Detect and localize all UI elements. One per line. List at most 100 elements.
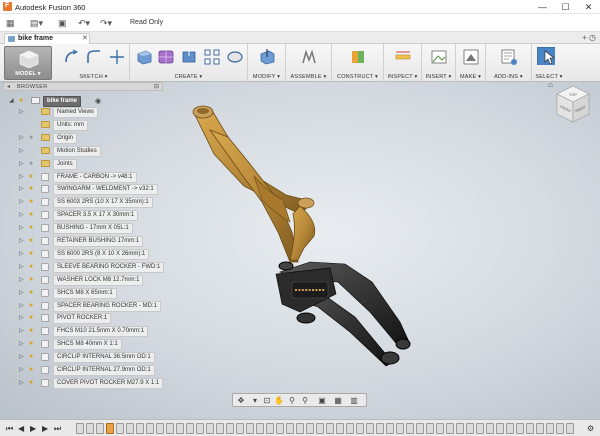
expand-arrow-icon[interactable]: ▷ [19,264,25,270]
timeline-feature[interactable] [546,423,554,434]
tree-item[interactable]: ▷ ● COVER PIVOT ROCKER M27.9 X 1:1 [19,377,164,389]
timeline-feature[interactable] [106,423,114,434]
timeline-feature[interactable] [356,423,364,434]
tree-root[interactable]: ◢ ● bike frame ◉ [9,96,159,107]
expand-arrow-icon[interactable]: ▷ [19,174,25,180]
browser-header[interactable]: ◂ BROWSER ⊟ [3,82,163,91]
timeline-feature[interactable] [446,423,454,434]
data-panel-icon[interactable]: ▦ [6,17,15,29]
timeline-feature[interactable] [306,423,314,434]
timeline-feature[interactable] [396,423,404,434]
visibility-bulb-icon[interactable]: ● [29,263,36,271]
timeline-feature[interactable] [216,423,224,434]
tree-item[interactable]: ▷ ● FHCS M10 21.5mm X 0.70mm:1 [19,326,159,338]
timeline-feature[interactable] [476,423,484,434]
timeline-feature[interactable] [436,423,444,434]
save-icon[interactable]: ▣ [58,17,67,29]
swingarm[interactable] [275,261,411,367]
expand-arrow-icon[interactable]: ▷ [19,380,25,386]
visibility-bulb-icon[interactable]: ● [29,379,36,387]
hand-icon[interactable]: ✋ [274,396,284,406]
timeline-prev-icon[interactable]: ◀ [18,424,24,433]
timeline-feature[interactable] [96,423,104,434]
timeline-feature[interactable] [286,423,294,434]
expand-arrow-icon[interactable]: ▷ [19,161,25,167]
timeline-feature[interactable] [226,423,234,434]
timeline-feature[interactable] [366,423,374,434]
visibility-bulb-icon[interactable]: ● [29,224,36,232]
tree-item[interactable]: ▷ ● SHCS M8 X 65mm:1 [19,287,159,299]
timeline-feature[interactable] [206,423,214,434]
timeline-feature[interactable] [486,423,494,434]
tree-item[interactable]: ▷ ● SLEEVE BEARING ROCKER - FWD:1 [19,261,165,273]
timeline-feature[interactable] [516,423,524,434]
construct-group[interactable]: CONSTRUCT ▾ [332,44,384,82]
close-button[interactable]: ✕ [577,0,600,14]
home-view-icon[interactable]: ⌂ [548,80,553,89]
timeline-feature[interactable] [76,423,84,434]
timeline-feature[interactable] [416,423,424,434]
visibility-bulb-icon[interactable]: ● [29,314,36,322]
timeline-feature[interactable] [146,423,154,434]
visibility-bulb-icon[interactable]: ● [29,276,36,284]
tree-item[interactable]: ▷ ● WASHER LOCK M8 12.7mm:1 [19,274,159,286]
tree-item[interactable]: ▷ Motion Studies [19,145,159,157]
grid-icon[interactable]: ▦ [333,396,343,406]
timeline-feature[interactable] [116,423,124,434]
expand-arrow-icon[interactable]: ◢ [9,98,15,104]
expand-arrow-icon[interactable]: ▷ [19,354,25,360]
active-radio-icon[interactable]: ◉ [95,97,101,105]
timeline-feature[interactable] [556,423,564,434]
expand-arrow-icon[interactable]: ▷ [19,290,25,296]
timeline-feature[interactable] [506,423,514,434]
timeline-feature[interactable] [156,423,164,434]
tree-item[interactable]: ▷ ● SPACER 3.5 X 17 X 30mm:1 [19,210,159,222]
tree-item[interactable]: ▷ ● CIRCLIP INTERNAL 36.5mm OD:1 [19,352,159,364]
visibility-bulb-icon[interactable]: ● [29,185,36,193]
visibility-bulb-icon[interactable]: ● [29,340,36,348]
timeline-feature[interactable] [136,423,144,434]
timeline-play-icon[interactable]: ▶ [30,424,36,433]
orbit-icon[interactable]: ✥ [236,396,246,406]
tree-item[interactable]: ▷ ● CIRCLIP INTERNAL 27.9mm OD:1 [19,365,159,376]
tree-item[interactable]: ▷ ● SPACER BEARING ROCKER - MD:1 [19,300,161,312]
expand-arrow-icon[interactable]: ▷ [19,148,25,154]
visibility-bulb-icon[interactable]: ● [29,173,36,181]
tree-item[interactable]: Units: mm [19,119,159,131]
timeline-feature[interactable] [466,423,474,434]
make-group[interactable]: MAKE ▾ [456,44,486,82]
tree-item[interactable]: ▷ ● SS 6003 2RS (10 X 17 X 35mm):1 [19,197,159,209]
expand-arrow-icon[interactable]: ▷ [19,328,25,334]
timeline-feature[interactable] [236,423,244,434]
tree-item[interactable]: ▷ ● BUSHING - 17mm X 05L:1 [19,223,159,235]
tree-item[interactable]: ▷ ● FRAME - CARBON -> v48:1 [19,171,159,183]
undo-icon[interactable]: ↶▾ [78,17,90,29]
sketch-group[interactable]: SKETCH ▾ [58,44,130,82]
timeline-feature[interactable] [426,423,434,434]
display-settings-icon[interactable]: ▣ [317,396,327,406]
fit-icon[interactable]: ⚲ [300,396,310,406]
visibility-bulb-icon[interactable]: ● [29,327,36,335]
insert-group[interactable]: INSERT ▾ [422,44,456,82]
timeline-feature[interactable] [566,423,574,434]
expand-arrow-icon[interactable]: ▷ [19,303,25,309]
tree-item[interactable]: ▷ ● SHCS M8 40mm X 1:1 [19,339,159,351]
redo-icon[interactable]: ↷▾ [100,17,112,29]
workspace-switcher[interactable]: MODEL ▾ [4,46,52,80]
timeline-feature[interactable] [376,423,384,434]
timeline-feature[interactable] [176,423,184,434]
visibility-bulb-icon[interactable]: ● [29,211,36,219]
expand-arrow-icon[interactable]: ▷ [19,315,25,321]
visibility-bulb-icon[interactable]: ● [29,250,36,258]
timeline-feature[interactable] [196,423,204,434]
expand-arrow-icon[interactable]: ▷ [19,199,25,205]
pan-icon[interactable]: ▾ [250,396,260,406]
tree-item[interactable]: ▷ ● RETAINER BUSHING 17mm:1 [19,236,159,247]
timeline-feature[interactable] [316,423,324,434]
expand-arrow-icon[interactable]: ▷ [19,135,25,141]
timeline-first-icon[interactable]: ⏮ [6,424,13,434]
tree-item[interactable]: ▷ ● PIVOT ROCKER:1 [19,313,159,325]
select-group[interactable]: SELECT ▾ [532,44,566,82]
maximize-button[interactable]: ☐ [554,0,577,14]
timeline-feature[interactable] [266,423,274,434]
